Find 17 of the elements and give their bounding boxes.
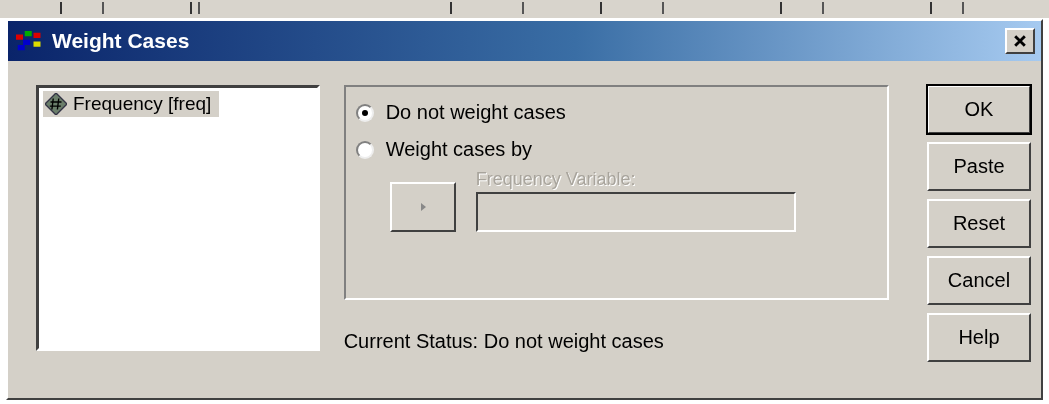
dialog-button[interactable]: Cancel <box>927 256 1031 305</box>
status-text: Current Status: Do not weight cases <box>343 330 665 353</box>
variable-list[interactable]: Frequency [freq] <box>36 85 320 351</box>
radio-option[interactable]: Do not weight cases <box>355 101 566 124</box>
window-title: Weight Cases <box>52 29 191 53</box>
frequency-variable-field[interactable] <box>475 192 796 232</box>
numeric-variable-icon <box>45 93 67 115</box>
close-icon <box>1014 35 1026 47</box>
triangle-icon <box>418 201 427 213</box>
dialog-button[interactable]: Reset <box>927 199 1031 248</box>
app-icon <box>16 30 44 52</box>
variable-item[interactable]: Frequency [freq] <box>43 91 220 117</box>
dialog-button[interactable]: Help <box>927 313 1031 362</box>
dialog-button[interactable]: Paste <box>927 142 1031 191</box>
radio-option[interactable]: Weight cases by <box>355 138 533 161</box>
dialog-button[interactable]: OK <box>927 85 1031 134</box>
close-button[interactable] <box>1005 28 1035 54</box>
